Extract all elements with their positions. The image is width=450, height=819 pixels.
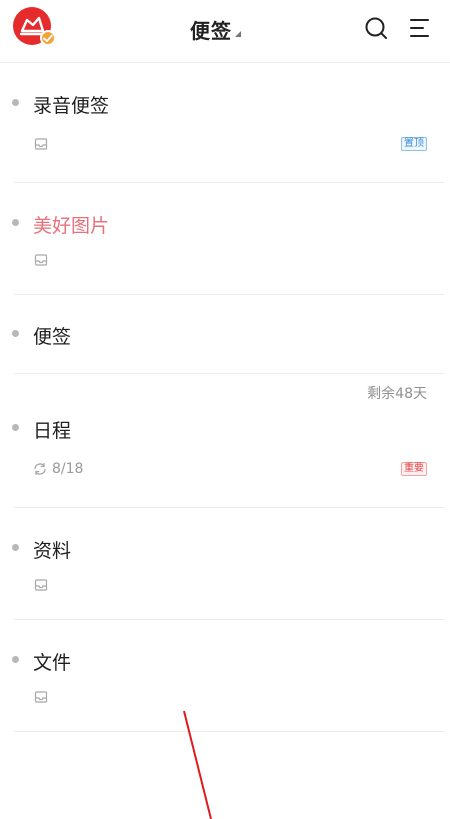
annotation-line: [183, 710, 212, 819]
